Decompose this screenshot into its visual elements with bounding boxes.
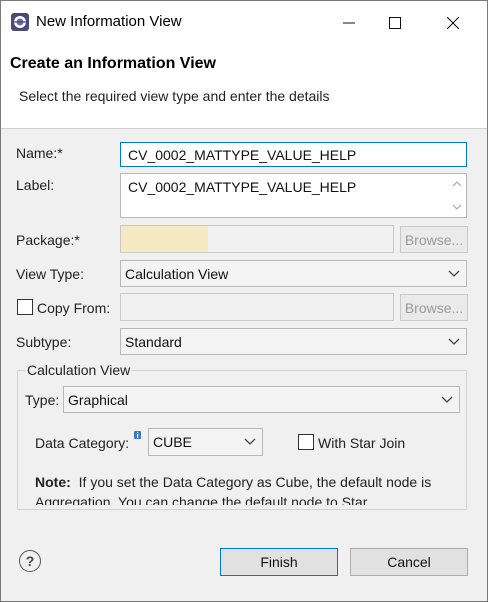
title-bar: New Information View bbox=[1, 1, 487, 44]
scroll-down-icon[interactable] bbox=[452, 204, 462, 211]
package-input[interactable] bbox=[120, 225, 394, 253]
minimize-button[interactable] bbox=[326, 1, 372, 44]
maximize-button[interactable] bbox=[372, 1, 418, 44]
label-scrollbar[interactable] bbox=[448, 175, 465, 216]
data-category-note: Note: If you set the Data Category as Cu… bbox=[35, 472, 455, 505]
wizard-header: Create an Information View Select the re… bbox=[1, 44, 487, 129]
note-label: Note: bbox=[35, 474, 71, 490]
new-information-view-dialog: New Information View Create an Informati… bbox=[0, 0, 488, 602]
maximize-icon bbox=[389, 16, 401, 29]
cancel-button[interactable]: Cancel bbox=[350, 548, 468, 576]
chevron-down-icon bbox=[448, 338, 460, 345]
copy-from-browse-button[interactable]: Browse... bbox=[400, 294, 468, 321]
label-textarea[interactable]: CV_0002_MATTYPE_VALUE_HELP bbox=[120, 173, 467, 218]
window-title: New Information View bbox=[36, 13, 182, 30]
close-icon bbox=[447, 16, 459, 29]
finish-button[interactable]: Finish bbox=[220, 548, 338, 576]
data-category-value: CUBE bbox=[153, 434, 192, 450]
label-label: Label: bbox=[16, 177, 55, 193]
chevron-down-icon bbox=[244, 438, 256, 445]
chevron-down-icon bbox=[441, 396, 453, 403]
package-value-highlight bbox=[121, 226, 208, 252]
subtype-select[interactable]: Standard bbox=[120, 328, 467, 355]
subtype-value: Standard bbox=[125, 334, 182, 350]
copy-from-label: Copy From: bbox=[37, 300, 111, 316]
minimize-icon bbox=[343, 22, 355, 23]
name-input[interactable]: CV_0002_MATTYPE_VALUE_HELP bbox=[120, 142, 467, 167]
package-browse-button[interactable]: Browse... bbox=[400, 226, 468, 253]
wizard-title: Create an Information View bbox=[10, 55, 216, 72]
chevron-down-icon bbox=[448, 270, 460, 277]
view-type-value: Calculation View bbox=[125, 266, 229, 282]
note-text: If you set the Data Category as Cube, th… bbox=[35, 474, 432, 505]
close-button[interactable] bbox=[430, 1, 476, 44]
calc-type-value: Graphical bbox=[68, 392, 128, 408]
label-textarea-value: CV_0002_MATTYPE_VALUE_HELP bbox=[128, 179, 357, 195]
calculation-view-group-title: Calculation View bbox=[25, 362, 133, 378]
data-category-select[interactable]: CUBE bbox=[148, 428, 263, 456]
copy-from-input[interactable] bbox=[120, 293, 394, 321]
subtype-label: Subtype: bbox=[16, 334, 72, 350]
star-join-label: With Star Join bbox=[318, 435, 406, 451]
view-type-label: View Type: bbox=[16, 266, 84, 282]
wizard-description: Select the required view type and enter … bbox=[19, 88, 330, 104]
package-label: Package:* bbox=[16, 232, 80, 248]
star-join-checkbox[interactable] bbox=[298, 434, 314, 450]
help-icon[interactable]: ? bbox=[19, 550, 41, 572]
data-category-label: Data Category: bbox=[35, 435, 130, 451]
name-label: Name:* bbox=[16, 145, 63, 161]
calc-type-select[interactable]: Graphical bbox=[63, 386, 460, 413]
info-icon[interactable] bbox=[134, 431, 141, 439]
scroll-up-icon[interactable] bbox=[452, 180, 462, 187]
view-type-select[interactable]: Calculation View bbox=[120, 260, 467, 287]
name-input-value: CV_0002_MATTYPE_VALUE_HELP bbox=[128, 147, 357, 163]
copy-from-checkbox[interactable] bbox=[17, 299, 33, 315]
app-icon bbox=[11, 13, 29, 31]
calc-type-label: Type: bbox=[25, 392, 60, 408]
